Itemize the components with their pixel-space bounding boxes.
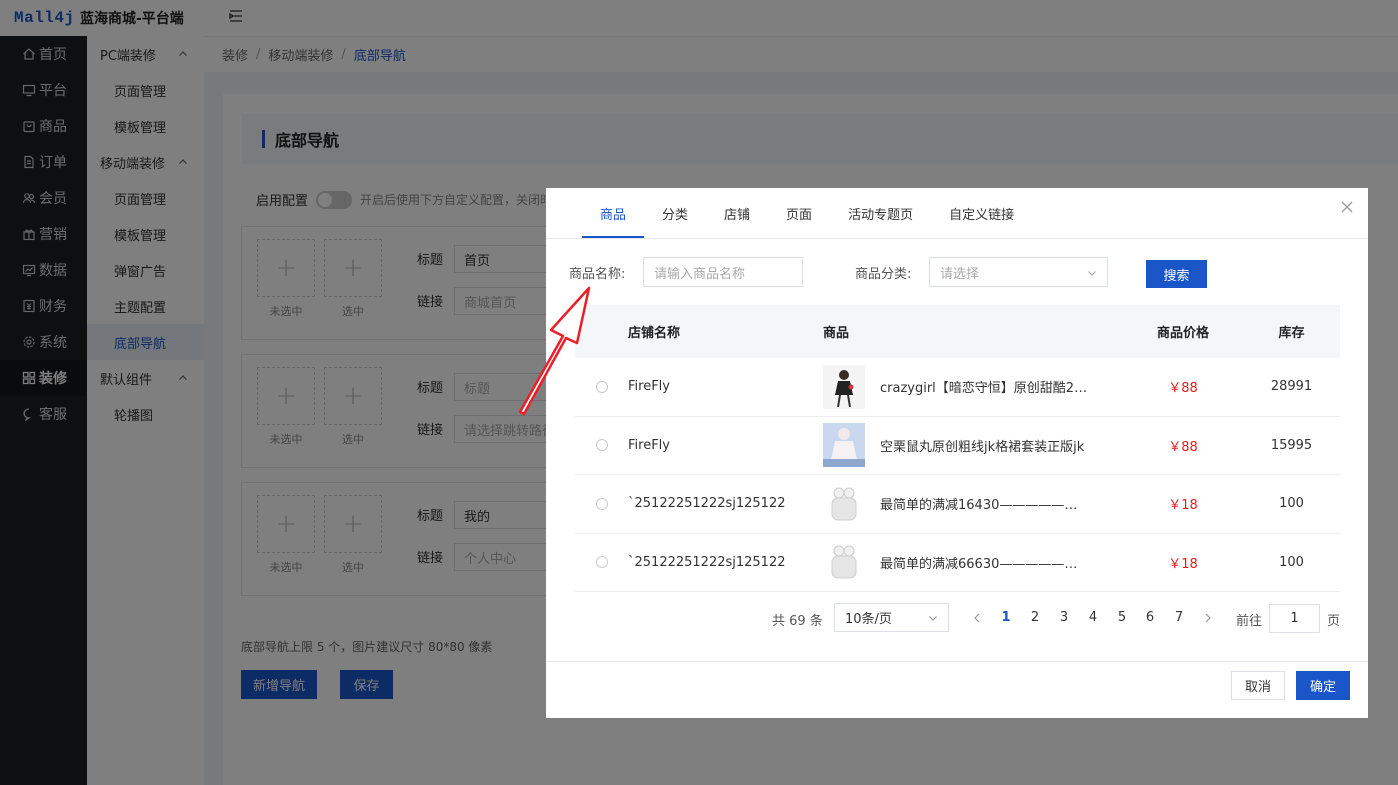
page-number-3[interactable]: 3 [1057,610,1071,625]
row-select-radio[interactable] [595,439,608,452]
product-name: 最简单的满减66630—————————— [880,556,1090,572]
page-number-6[interactable]: 6 [1143,610,1157,625]
product-name-input[interactable]: 请输入商品名称 [643,257,803,287]
product-category-select[interactable]: 请选择 [929,257,1108,287]
total-count: 共 69 条 [772,614,823,629]
product-stock: 15995 [1270,437,1313,453]
product-thumbnail [823,364,865,409]
product-price: ￥88 [1168,439,1198,455]
row-select-radio[interactable] [595,380,608,393]
tab-shop[interactable]: 店铺 [706,188,768,238]
table-header: 店铺名称 商品 商品价格 库存 [575,305,1340,358]
page-number-2[interactable]: 2 [1028,610,1042,625]
row-select-radio[interactable] [595,556,608,569]
product-thumbnail [823,423,865,468]
product-name: 空栗鼠丸原创粗线jk格裙套装正版jk [880,439,1085,455]
footer-divider [546,661,1368,662]
shop-name: FireFly [628,437,670,453]
column-stock: 库存 [1278,326,1305,341]
product-name-label: 商品名称: [569,267,626,282]
product-category-label: 商品分类: [855,267,912,282]
chevron-down-icon [1088,271,1096,276]
column-product: 商品 [823,326,850,341]
table-row[interactable]: `25122251222sj125122 最简单的满减66630————————… [575,534,1340,592]
cancel-button[interactable]: 取消 [1231,671,1285,700]
tab-activity[interactable]: 活动专题页 [830,188,931,238]
page-number-4[interactable]: 4 [1086,610,1100,625]
product-price: ￥88 [1168,381,1198,397]
category-placeholder: 请选择 [940,266,980,282]
prev-page-icon[interactable] [972,612,982,624]
chevron-down-icon [929,616,937,621]
product-name: crazygirl【暗恋守恒】原创甜酷2024 [880,381,1090,397]
tab-custom-link[interactable]: 自定义链接 [931,188,1032,238]
column-price: 商品价格 [1156,326,1209,341]
column-shop-name: 店铺名称 [628,326,681,341]
search-button[interactable]: 搜索 [1146,260,1207,288]
jump-prefix: 前往 [1236,614,1263,629]
product-stock: 100 [1279,554,1304,570]
tab-page[interactable]: 页面 [768,188,830,238]
page-size-value: 10条/页 [845,612,892,627]
table-row[interactable]: FireFly crazygirl【暗恋守恒】原创甜酷2024 ￥88 2899… [575,358,1340,417]
next-page-icon[interactable] [1203,612,1213,624]
product-table: 店铺名称 商品 商品价格 库存 FireFly crazygirl【暗恋守恒】原… [575,305,1340,592]
shop-name: `25122251222sj125122 [628,496,786,512]
jump-page-input[interactable]: 1 [1269,604,1320,633]
tab-category[interactable]: 分类 [644,188,706,238]
tab-goods[interactable]: 商品 [582,188,645,238]
confirm-button[interactable]: 确定 [1296,671,1350,700]
link-picker-dialog: 商品 分类 店铺 页面 活动专题页 自定义链接 商品名称: 请输入商品名称 商品… [546,188,1368,718]
page-number-7[interactable]: 7 [1172,610,1186,625]
jump-suffix: 页 [1327,614,1341,629]
product-thumbnail [823,540,865,585]
page-number-1[interactable]: 1 [999,610,1013,625]
tab-divider [546,238,1368,239]
product-thumbnail [823,481,865,526]
product-price: ￥18 [1168,498,1198,514]
dialog-tabs: 商品 分类 店铺 页面 活动专题页 自定义链接 [582,188,1032,238]
table-row[interactable]: FireFly 空栗鼠丸原创粗线jk格裙套装正版jk ￥88 15995 [575,417,1340,475]
product-price: ￥18 [1168,556,1198,572]
row-select-radio[interactable] [595,497,608,510]
page-size-select[interactable]: 10条/页 [834,603,949,632]
shop-name: `25122251222sj125122 [628,554,786,570]
product-stock: 28991 [1270,379,1313,395]
shop-name: FireFly [628,379,670,395]
table-row[interactable]: `25122251222sj125122 最简单的满减16430————————… [575,475,1340,534]
close-icon[interactable] [1340,200,1354,214]
product-name: 最简单的满减16430—————————— [880,498,1090,514]
product-stock: 100 [1279,496,1304,512]
page-number-5[interactable]: 5 [1115,610,1129,625]
pagination: 共 69 条 10条/页 1 2 3 4 5 6 7 前往 1 页 [546,603,1368,633]
